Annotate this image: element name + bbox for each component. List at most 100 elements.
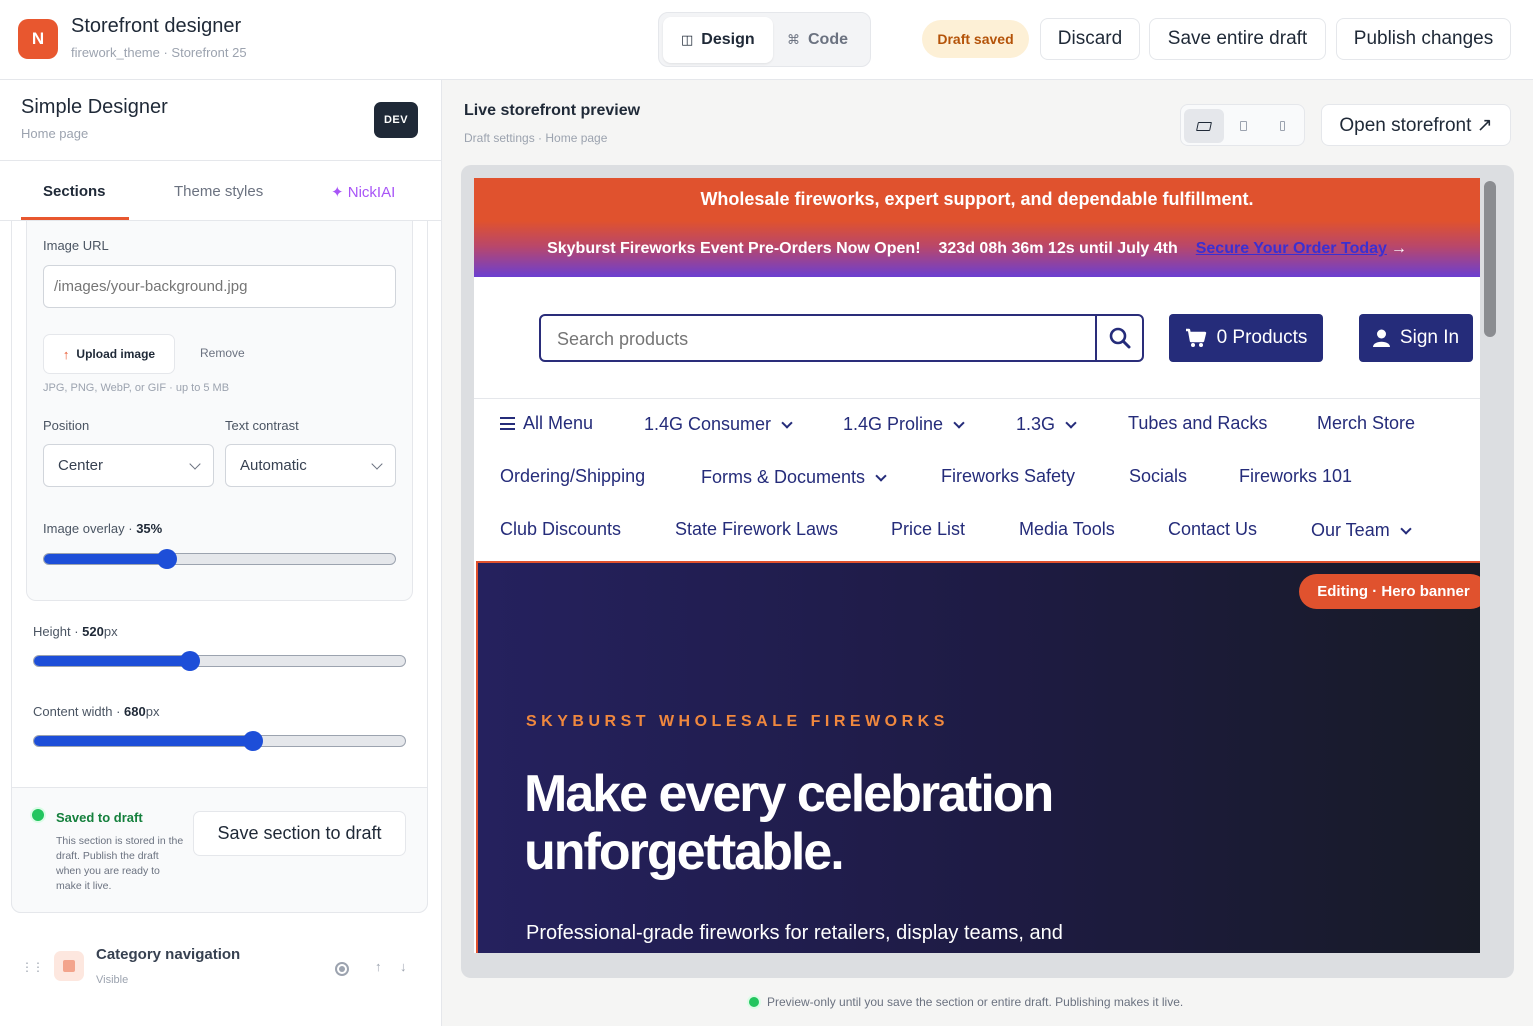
upload-image-button[interactable]: ↑ Upload image (43, 334, 175, 374)
nav-state-firework-laws[interactable]: State Firework Laws (675, 519, 838, 540)
height-slider[interactable] (33, 651, 406, 671)
section-row-title: Category navigation (96, 946, 241, 963)
save-entire-draft-button[interactable]: Save entire draft (1149, 18, 1326, 60)
nav-label: Price List (891, 519, 966, 539)
user-icon (1372, 329, 1390, 347)
nav-tubes-and-racks[interactable]: Tubes and Racks (1128, 413, 1267, 434)
sidebar-subtitle: Home page (21, 126, 89, 141)
nav-all-menu[interactable]: All Menu (500, 413, 593, 434)
divider (474, 398, 1480, 399)
cart-button[interactable]: 0 Products (1169, 314, 1323, 362)
mobile-view-button[interactable] (1262, 109, 1302, 143)
layout-icon: ◫ (681, 32, 694, 47)
nav-1-3g[interactable]: 1.3G (1016, 414, 1077, 435)
draft-status-badge: Draft saved (922, 20, 1029, 58)
designer-sidebar: Simple Designer Home page DEV Sections T… (0, 80, 442, 1026)
tab-nickiai[interactable]: ✦ NickIAI (331, 183, 395, 201)
remove-image-link[interactable]: Remove (200, 346, 245, 360)
image-overlay-value: 35% (136, 521, 163, 536)
slider-fill (34, 736, 253, 746)
sign-in-button[interactable]: Sign In (1359, 314, 1473, 362)
drag-handle-icon[interactable]: ⋮⋮ (21, 960, 44, 974)
hero-banner[interactable] (476, 561, 1480, 953)
divider (0, 160, 441, 161)
nav-fireworks-safety[interactable]: Fireworks Safety (941, 466, 1075, 487)
text-contrast-label: Text contrast (225, 418, 299, 433)
chevron-down-icon (781, 416, 793, 429)
nav-label: Tubes and Racks (1128, 413, 1268, 433)
design-mode-button[interactable]: ◫ Design (663, 17, 773, 63)
nav-ordering-shipping[interactable]: Ordering/Shipping (500, 466, 645, 487)
nav-1-4g-proline[interactable]: 1.4G Proline (843, 414, 965, 435)
nav-label: Merch Store (1317, 413, 1416, 433)
promo-bar: Skyburst Fireworks Event Pre-Orders Now … (474, 221, 1480, 277)
nav-fireworks-101[interactable]: Fireworks 101 (1239, 466, 1352, 487)
nav-label: 1.3G (1016, 414, 1056, 434)
product-search-input[interactable] (557, 329, 1077, 350)
visibility-icon[interactable] (335, 962, 349, 976)
saved-status-note: This section is stored in the draft. Pub… (56, 835, 184, 892)
nav-merch-store[interactable]: Merch Store (1317, 413, 1415, 434)
storefront-page: Wholesale fireworks, expert support, and… (474, 178, 1480, 953)
nav-label: Our Team (1311, 520, 1390, 540)
chevron-down-icon (189, 457, 201, 470)
content-width-label-text: Content width · (33, 704, 125, 719)
promo-cta-link[interactable]: Secure Your Order Today (1196, 240, 1387, 258)
text-contrast-value: Automatic (240, 457, 307, 474)
chevron-down-icon (953, 416, 965, 429)
nav-forms-documents[interactable]: Forms & Documents (701, 467, 887, 488)
chevron-down-icon (1065, 416, 1077, 429)
text-contrast-select[interactable]: Automatic (225, 444, 396, 487)
nav-socials[interactable]: Socials (1129, 466, 1187, 487)
desktop-view-button[interactable] (1184, 109, 1224, 143)
tab-sections[interactable]: Sections (43, 183, 106, 200)
hero-body: Professional-grade fireworks for retaile… (526, 922, 1063, 944)
announcement-text: Wholesale fireworks, expert support, and… (700, 189, 1254, 209)
position-value: Center (58, 457, 104, 474)
app-logo: N (18, 19, 58, 59)
section-row-category-navigation[interactable]: ⋮⋮ Category navigation Visible ↑ ↓ (0, 926, 441, 1026)
nav-label: All Menu (523, 413, 594, 433)
preview-frame: Wholesale fireworks, expert support, and… (461, 165, 1514, 978)
scrollbar-thumb[interactable] (1484, 181, 1496, 337)
slider-thumb[interactable] (179, 651, 200, 671)
position-select[interactable]: Center (43, 444, 214, 487)
tablet-view-button[interactable] (1223, 109, 1263, 143)
promo-text: Skyburst Fireworks Event Pre-Orders Now … (547, 240, 921, 257)
discard-button[interactable]: Discard (1040, 18, 1140, 60)
move-up-icon[interactable]: ↑ (375, 959, 382, 974)
nav-contact-us[interactable]: Contact Us (1168, 519, 1257, 540)
publish-changes-button[interactable]: Publish changes (1336, 18, 1511, 60)
command-icon: ⌘ (787, 32, 800, 47)
preview-footer-text: Preview-only until you save the section … (767, 995, 1184, 1009)
nav-our-team[interactable]: Our Team (1311, 520, 1412, 541)
image-overlay-slider[interactable] (43, 549, 396, 569)
nav-price-list[interactable]: Price List (891, 519, 965, 540)
height-unit: px (103, 624, 118, 639)
nav-label: Club Discounts (500, 519, 622, 539)
editing-section-badge: Editing · Hero banner (1299, 574, 1480, 609)
nav-1-4g-consumer[interactable]: 1.4G Consumer (644, 414, 793, 435)
slider-thumb[interactable] (242, 731, 263, 751)
slider-fill (44, 554, 167, 564)
top-bar: N Storefront designer firework_theme · S… (0, 0, 1533, 80)
nav-club-discounts[interactable]: Club Discounts (500, 519, 621, 540)
announcement-bar: Wholesale fireworks, expert support, and… (474, 178, 1480, 221)
move-down-icon[interactable]: ↓ (400, 959, 407, 974)
nav-label: Media Tools (1019, 519, 1115, 539)
preview-subtitle: Draft settings · Home page (464, 131, 608, 145)
preview-footer-note: Preview-only until you save the section … (749, 995, 1183, 1009)
content-width-slider[interactable] (33, 731, 406, 751)
code-mode-button[interactable]: ⌘ Code (769, 17, 866, 63)
nav-media-tools[interactable]: Media Tools (1019, 519, 1115, 540)
tab-theme-styles[interactable]: Theme styles (174, 183, 263, 200)
image-url-input[interactable] (43, 265, 396, 308)
mobile-icon (1279, 121, 1285, 131)
save-section-button[interactable]: Save section to draft (193, 811, 406, 856)
search-button[interactable] (1095, 316, 1142, 360)
preview-scrollbar[interactable] (1482, 179, 1498, 954)
slider-thumb[interactable] (156, 549, 177, 569)
device-toggle (1180, 104, 1305, 146)
design-mode-label: Design (701, 31, 755, 48)
open-storefront-button[interactable]: Open storefront ↗ (1321, 104, 1511, 146)
